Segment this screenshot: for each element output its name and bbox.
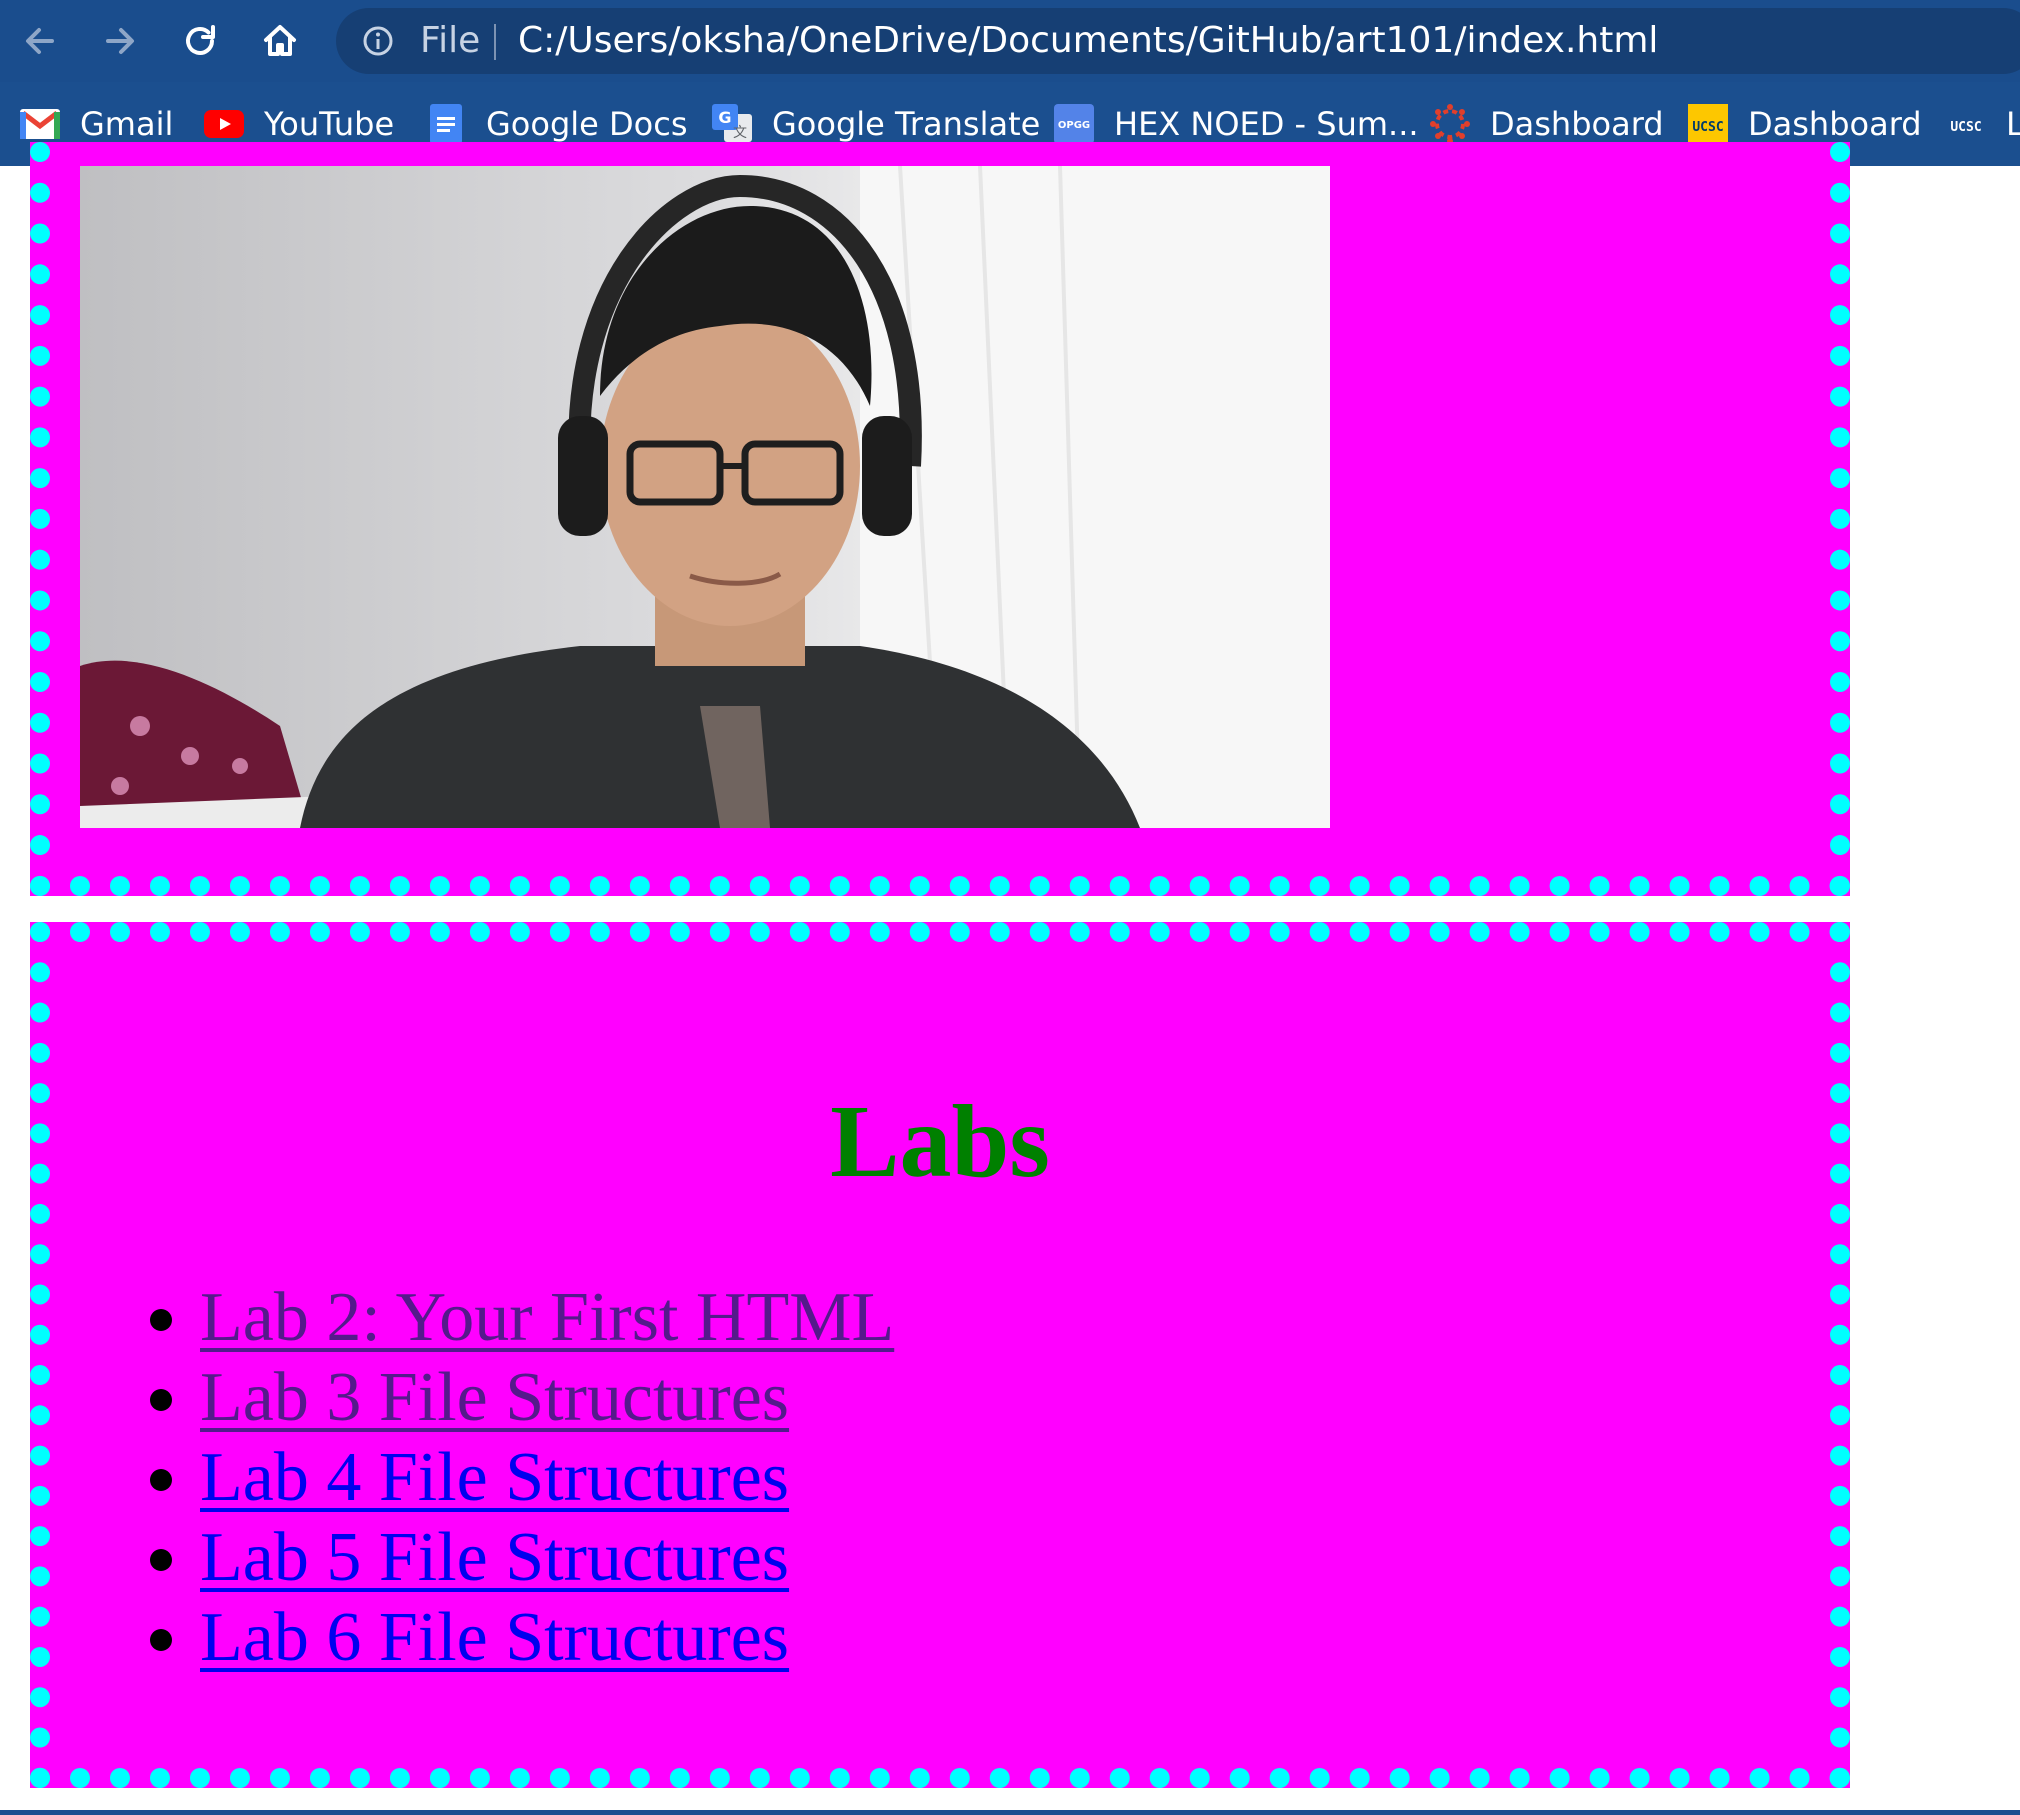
bookmark-label: Google Docs [486, 105, 688, 143]
labs-section: Labs Lab 2: Your First HTML Lab 3 File S… [30, 922, 1850, 1788]
arrow-left-icon [26, 28, 54, 54]
bookmark-label: YouTube [264, 105, 395, 143]
bookmark-google-docs[interactable]: Google Docs [426, 100, 688, 148]
google-docs-icon [426, 104, 466, 144]
bookmark-label: Gmail [80, 105, 174, 143]
lab-6-link[interactable]: Lab 6 File Structures [200, 1599, 789, 1676]
bookmark-ucsc-l[interactable]: UCSC L [1946, 100, 2020, 148]
reload-button[interactable] [174, 15, 226, 67]
lab-4-link[interactable]: Lab 4 File Structures [200, 1439, 789, 1516]
lab-3-link[interactable]: Lab 3 File Structures [200, 1359, 789, 1436]
bookmark-label: Dashboard [1490, 105, 1664, 143]
ucsc-icon: UCSC [1946, 104, 1986, 144]
svg-text:UCSC: UCSC [1950, 120, 1981, 135]
list-item: Lab 3 File Structures [150, 1358, 894, 1438]
list-item: Lab 6 File Structures [150, 1598, 894, 1678]
bullet-icon [150, 1309, 172, 1331]
svg-text:文: 文 [733, 125, 747, 141]
svg-text:UCSC: UCSC [1692, 120, 1723, 135]
bookmark-google-translate[interactable]: G 文 Google Translate [712, 100, 1040, 148]
bookmark-dashboard-ucsc[interactable]: UCSC Dashboard [1688, 100, 1922, 148]
info-icon[interactable] [362, 25, 394, 57]
lab-5-link[interactable]: Lab 5 File Structures [200, 1519, 789, 1596]
url-text[interactable]: C:/Users/oksha/OneDrive/Documents/GitHub… [518, 18, 1658, 64]
bookmark-label: Google Translate [772, 105, 1041, 143]
labs-list: Lab 2: Your First HTML Lab 3 File Struct… [150, 1278, 894, 1678]
svg-text:G: G [718, 108, 731, 127]
back-button[interactable] [14, 15, 66, 67]
bookmark-label: HEX NOED - Sum... [1114, 105, 1419, 143]
ucsc-icon: UCSC [1688, 104, 1728, 144]
list-item: Lab 2: Your First HTML [150, 1278, 894, 1358]
photo-section [30, 142, 1850, 896]
labs-heading: Labs [830, 1084, 1050, 1199]
youtube-icon [204, 104, 244, 144]
address-bar[interactable]: File C:/Users/oksha/OneDrive/Documents/G… [336, 8, 2020, 74]
list-item: Lab 4 File Structures [150, 1438, 894, 1518]
home-button[interactable] [254, 15, 306, 67]
profile-photo [80, 166, 1330, 828]
canvas-icon [1430, 104, 1470, 144]
arrow-right-icon [106, 28, 134, 54]
forward-button[interactable] [94, 15, 146, 67]
omnibox-divider [494, 24, 496, 60]
google-translate-icon: G 文 [712, 104, 752, 144]
scheme-label: File [420, 20, 481, 61]
reload-icon [186, 25, 215, 55]
bookmark-dashboard-canvas[interactable]: Dashboard [1430, 100, 1664, 148]
home-icon [264, 25, 296, 56]
bullet-icon [150, 1629, 172, 1651]
bullet-icon [150, 1549, 172, 1571]
bookmark-label: L [2006, 105, 2020, 143]
bullet-icon [150, 1389, 172, 1411]
lab-2-link[interactable]: Lab 2: Your First HTML [200, 1279, 894, 1356]
bullet-icon [150, 1469, 172, 1491]
bookmark-hex-noed[interactable]: OPGG HEX NOED - Sum... [1054, 100, 1419, 148]
bookmark-gmail[interactable]: Gmail [20, 100, 173, 148]
bookmark-label: Dashboard [1748, 105, 1922, 143]
browser-toolbar: File C:/Users/oksha/OneDrive/Documents/G… [0, 0, 2020, 82]
gmail-icon [20, 104, 60, 144]
list-item: Lab 5 File Structures [150, 1518, 894, 1598]
bookmark-youtube[interactable]: YouTube [204, 100, 394, 148]
opgg-icon: OPGG [1054, 104, 1094, 144]
svg-text:OPGG: OPGG [1058, 120, 1090, 131]
window-bottom-edge [0, 1810, 2020, 1815]
